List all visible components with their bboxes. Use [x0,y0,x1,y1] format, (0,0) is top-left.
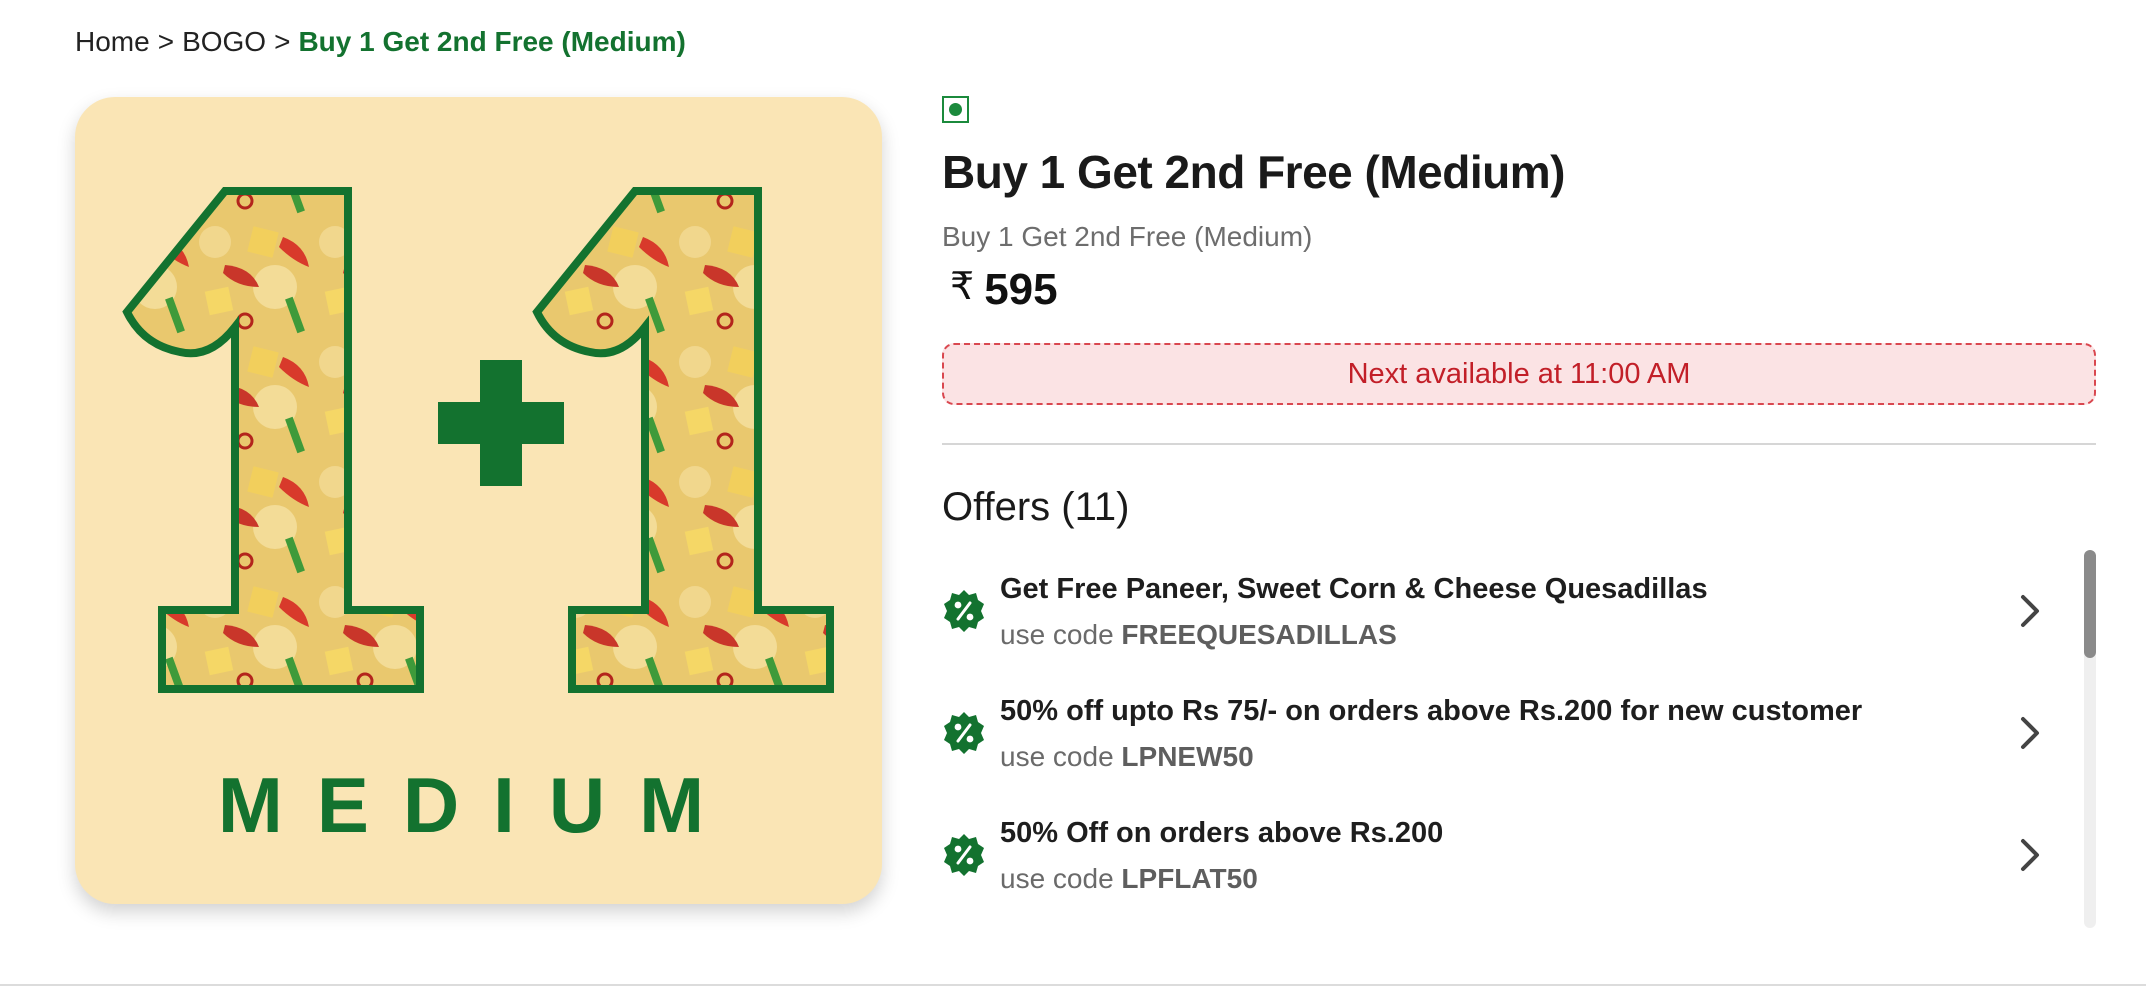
product-image: MEDIUM [75,97,882,904]
offer-item[interactable]: 50% off upto Rs 75/- on orders above Rs.… [942,672,2096,794]
product-details: Buy 1 Get 2nd Free (Medium) Buy 1 Get 2n… [942,96,2096,928]
offer-code: LPFLAT50 [1121,862,1258,894]
size-label: MEDIUM [218,761,738,849]
offers-scrollbar-thumb[interactable] [2084,550,2096,658]
offer-text: 50% off upto Rs 75/- on orders above Rs.… [1000,693,2016,773]
discount-badge-icon [944,712,984,754]
breadcrumb-separator: > [157,26,175,57]
offer-item[interactable]: Get Free Paneer, Sweet Corn & Cheese Que… [942,550,2096,672]
rupee-icon: ₹ [950,265,975,308]
offer-code-prefix: use code [1000,618,1114,650]
product-title: Buy 1 Get 2nd Free (Medium) [942,146,1565,198]
chevron-right-icon[interactable] [2016,591,2044,631]
availability-notice: Next available at 11:00 AM [942,343,2096,405]
chevron-right-icon[interactable] [2016,835,2044,875]
offer-code-prefix: use code [1000,862,1114,894]
product-artwork: MEDIUM [122,187,834,849]
breadcrumb-separator: > [274,26,291,57]
offer-code-line: use code LPFLAT50 [1000,863,2016,895]
chevron-right-icon[interactable] [2016,713,2044,753]
price-row: ₹ 595 [942,265,2096,315]
plus-sign-vertical [480,360,522,486]
divider [942,443,2096,445]
digit-one-left [122,187,424,693]
veg-dot [949,103,962,116]
offer-code: LPNEW50 [1121,740,1254,772]
offer-title: 50% off upto Rs 75/- on orders above Rs.… [1000,695,1863,728]
breadcrumb-home[interactable]: Home [75,26,150,58]
offers-list: Get Free Paneer, Sweet Corn & Cheese Que… [942,550,2096,928]
offer-text: Get Free Paneer, Sweet Corn & Cheese Que… [1000,571,2016,651]
offer-item[interactable]: 50% Off on orders above Rs.200 use code … [942,794,2096,916]
breadcrumb-current: Buy 1 Get 2nd Free (Medium) [298,26,686,57]
offer-text: 50% Off on orders above Rs.200 use code … [1000,815,2016,895]
product-subtitle: Buy 1 Get 2nd Free (Medium) [942,221,1313,252]
product-price: 595 [984,265,1058,314]
discount-badge-icon [944,834,984,876]
offer-title: Get Free Paneer, Sweet Corn & Cheese Que… [1000,573,1708,606]
veg-indicator-icon [942,96,969,123]
breadcrumb-bogo[interactable]: BOGO [182,26,266,58]
offer-code-prefix: use code [1000,740,1114,772]
offers-title: Offers (11) [942,485,1130,529]
digit-one-right [532,187,834,693]
offer-code-line: use code LPNEW50 [1000,741,2016,773]
offer-title: 50% Off on orders above Rs.200 [1000,817,1444,850]
bottom-divider [0,984,2146,986]
offer-code: FREEQUESADILLAS [1121,618,1397,650]
discount-badge-icon [944,590,984,632]
offer-code-line: use code FREEQUESADILLAS [1000,619,2016,651]
breadcrumb: Home > BOGO > Buy 1 Get 2nd Free (Medium… [75,26,686,58]
